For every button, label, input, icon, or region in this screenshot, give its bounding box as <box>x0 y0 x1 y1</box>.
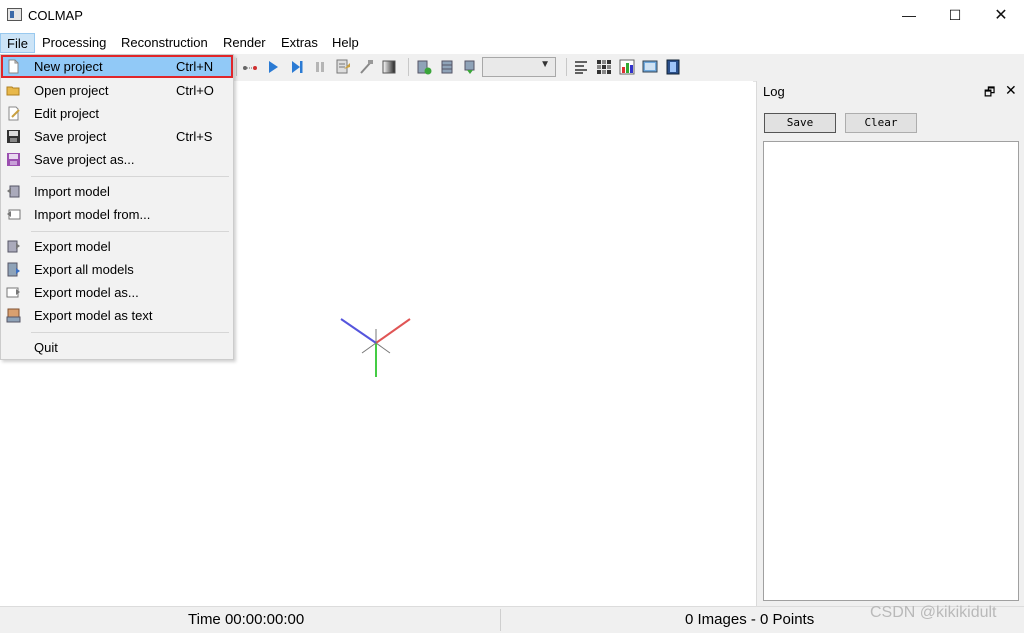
colmap-app-icon <box>7 8 22 21</box>
log-list-icon[interactable] <box>573 59 589 75</box>
float-panel-icon[interactable]: 🗗 <box>984 83 995 104</box>
menu-render[interactable]: Render <box>217 33 272 53</box>
step-forward-icon[interactable] <box>289 59 305 75</box>
database-icon[interactable] <box>439 59 455 75</box>
export-all-models-icon <box>7 262 20 277</box>
menu-item-import-model[interactable]: Import model <box>1 180 233 203</box>
log-text-area[interactable] <box>763 141 1019 601</box>
menu-separator <box>31 332 229 333</box>
menu-separator <box>31 231 229 232</box>
maximize-button[interactable]: ☐ <box>932 0 978 31</box>
status-time: Time 00:00:00:00 <box>188 611 305 628</box>
log-panel: Log 🗗 ✕ Save Clear <box>756 81 1024 606</box>
export-model-as-icon <box>6 287 20 298</box>
statistics-chart-icon[interactable] <box>619 59 635 75</box>
chevron-down-icon: ▼ <box>540 59 550 70</box>
minimize-button[interactable]: — <box>886 0 932 31</box>
toolbar-separator <box>566 58 567 76</box>
database-download-icon[interactable] <box>462 59 478 75</box>
log-clear-button[interactable]: Clear <box>845 113 917 133</box>
menu-extras[interactable]: Extras <box>275 33 324 53</box>
render-toggle-icon[interactable] <box>381 59 397 75</box>
status-counts: 0 Images - 0 Points <box>685 611 815 628</box>
menu-item-import-model-from[interactable]: Import model from... <box>1 203 233 226</box>
menu-bar: File Processing Reconstruction Render Ex… <box>0 31 1024 54</box>
log-panel-title: Log <box>763 84 785 99</box>
status-separator <box>500 609 501 631</box>
model-select[interactable]: ▼ <box>482 57 556 77</box>
toolbar-separator <box>408 58 409 76</box>
export-model-icon <box>7 240 20 253</box>
menu-separator <box>31 176 229 177</box>
edit-project-icon <box>8 106 20 121</box>
bundle-adjustment-icon[interactable] <box>358 59 374 75</box>
menu-reconstruction[interactable]: Reconstruction <box>115 33 214 53</box>
menu-item-export-model-as-text[interactable]: Export model as text <box>1 304 233 327</box>
pause-icon[interactable] <box>312 59 328 75</box>
menu-item-export-all-models[interactable]: Export all models <box>1 258 233 281</box>
import-model-from-icon <box>7 209 21 220</box>
menu-item-edit-project[interactable]: Edit project <box>1 102 233 125</box>
play-icon[interactable] <box>265 59 281 75</box>
import-model-icon <box>7 185 20 198</box>
menu-item-export-model-as[interactable]: Export model as... <box>1 281 233 304</box>
file-menu-dropdown: New project Ctrl+N Open project Ctrl+O E… <box>0 54 234 360</box>
menu-item-export-model[interactable]: Export model <box>1 235 233 258</box>
menu-processing[interactable]: Processing <box>36 33 112 53</box>
watermark: CSDN @kikikidult <box>870 604 997 621</box>
match-matrix-icon[interactable] <box>596 59 612 75</box>
menu-item-save-project-as[interactable]: Save project as... <box>1 148 233 171</box>
menu-item-open-project[interactable]: Open project Ctrl+O <box>1 79 233 102</box>
close-panel-icon[interactable]: ✕ <box>1005 82 1017 99</box>
image-viewer-icon[interactable] <box>642 59 658 75</box>
window-title: COLMAP <box>28 8 83 23</box>
menu-help[interactable]: Help <box>326 33 365 53</box>
reconstruction-options-icon[interactable] <box>335 59 351 75</box>
menu-item-new-project[interactable]: New project Ctrl+N <box>1 55 233 78</box>
save-icon <box>7 130 20 143</box>
feature-matching-icon[interactable] <box>242 59 258 75</box>
title-bar: COLMAP — ☐ ✕ <box>0 0 1024 31</box>
film-grab-icon[interactable] <box>665 59 681 75</box>
export-text-icon <box>6 308 21 323</box>
database-add-icon[interactable] <box>416 59 432 75</box>
new-file-icon <box>8 59 19 74</box>
menu-item-quit[interactable]: Quit <box>1 336 233 359</box>
close-button[interactable]: ✕ <box>978 0 1024 31</box>
menu-item-save-project[interactable]: Save project Ctrl+S <box>1 125 233 148</box>
log-save-button[interactable]: Save <box>764 113 836 133</box>
toolbar-separator <box>236 58 237 76</box>
folder-open-icon <box>6 86 20 96</box>
save-as-icon <box>7 153 20 166</box>
menu-file[interactable]: File <box>0 33 35 53</box>
